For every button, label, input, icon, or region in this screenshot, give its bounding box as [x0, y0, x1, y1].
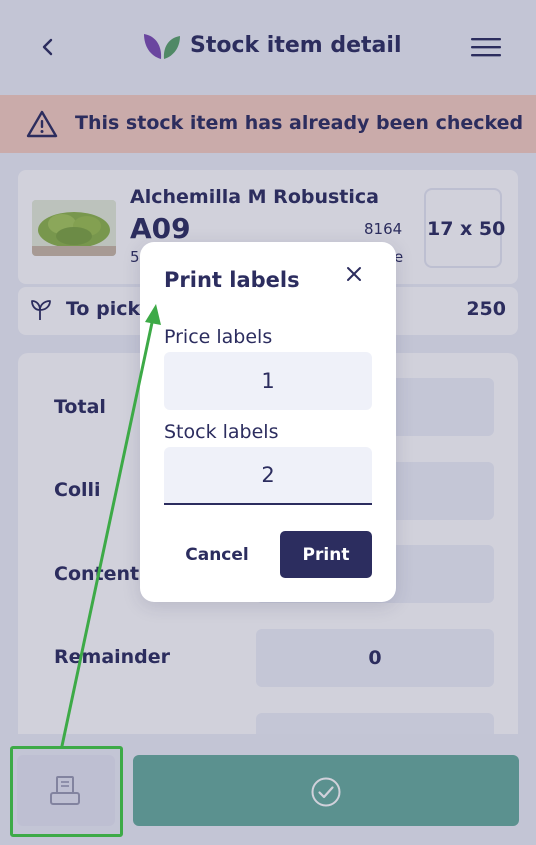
print-labels-dialog: Print labels Price labels Stock labels C… [140, 242, 396, 602]
stock-labels-input[interactable] [164, 447, 372, 505]
print-button[interactable]: Print [280, 531, 372, 578]
cancel-button[interactable]: Cancel [164, 531, 270, 578]
close-icon[interactable] [340, 260, 368, 288]
dialog-title: Print labels [164, 268, 300, 292]
stock-labels-label: Stock labels [164, 421, 279, 443]
annotation-highlight-box [10, 746, 123, 837]
price-labels-input[interactable] [164, 352, 372, 410]
price-labels-label: Price labels [164, 326, 273, 348]
